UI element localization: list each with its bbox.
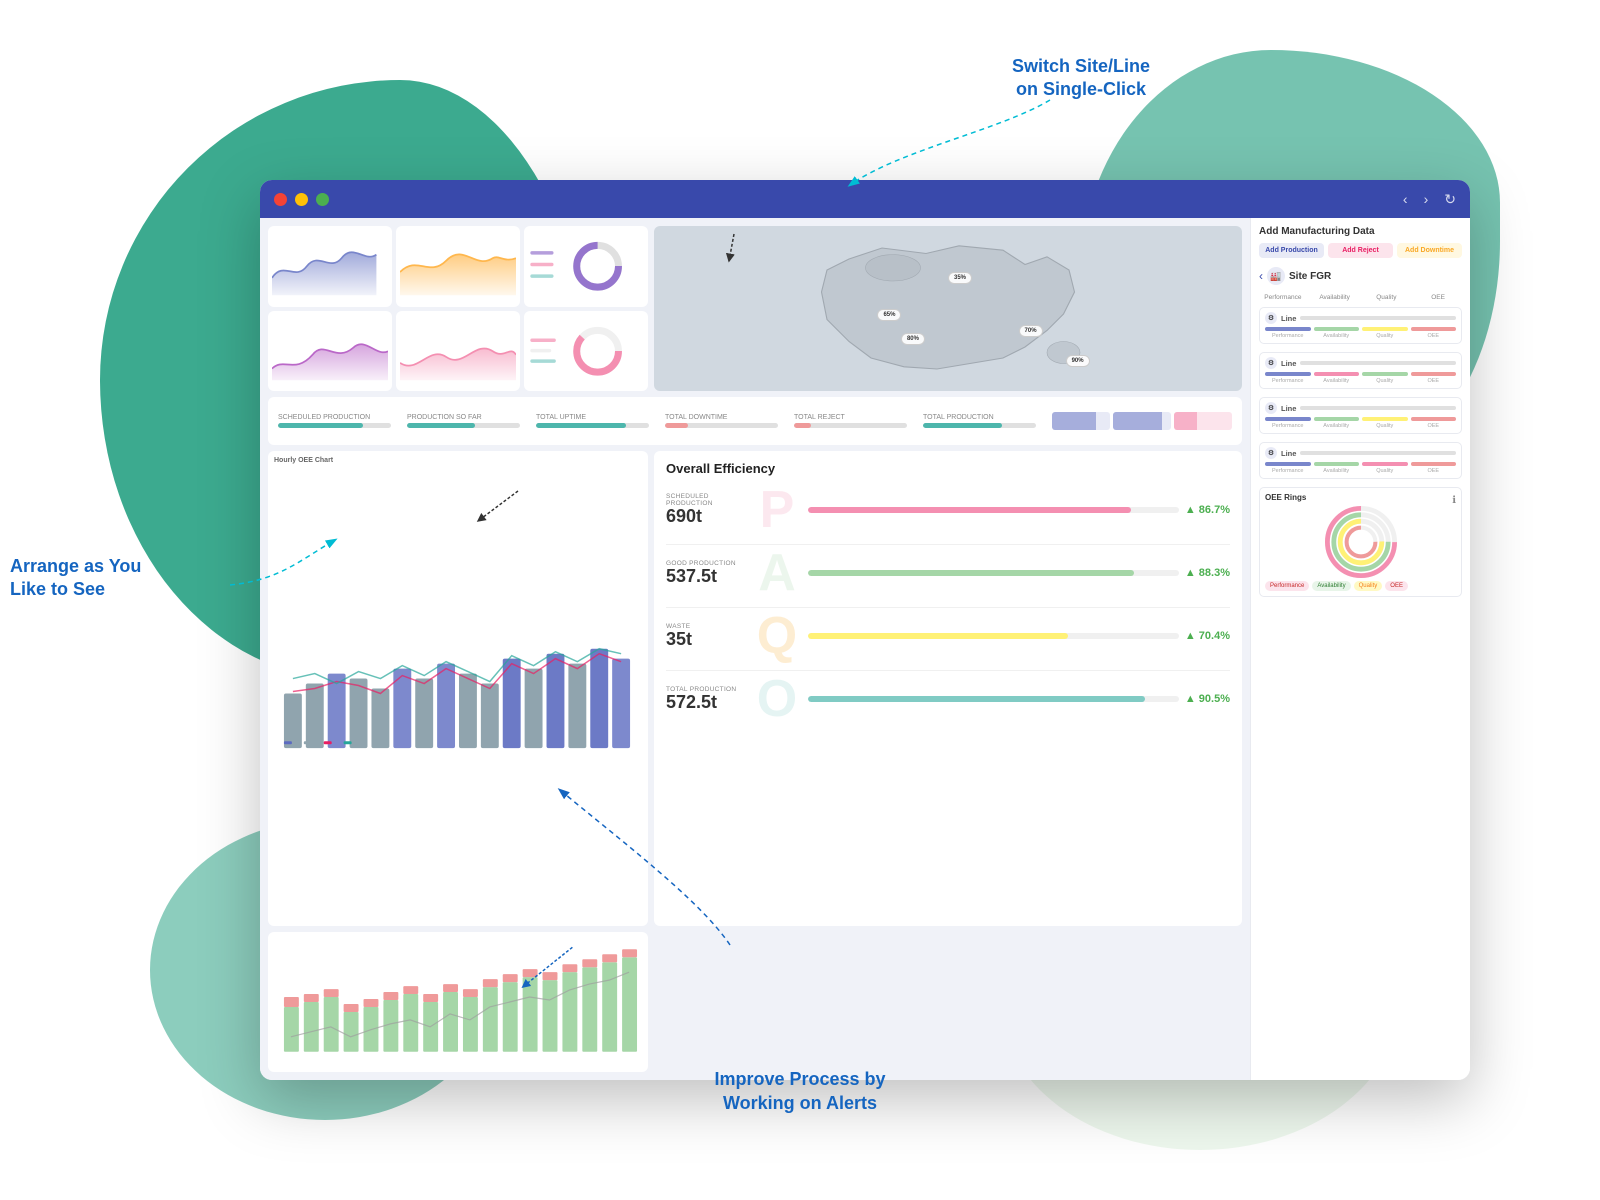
traffic-light-red[interactable]: [274, 193, 287, 206]
browser-window: ‹ › ↻: [260, 180, 1470, 1080]
refresh-button[interactable]: ↻: [1444, 191, 1456, 208]
browser-content: 35% 65% 80% 70% 90%: [260, 218, 1470, 1080]
mini-chart-3: [524, 226, 648, 307]
annotation-switch-site: Switch Site/Line on Single-Click: [1012, 55, 1150, 102]
stat-production-so-far: Production So Far: [407, 414, 520, 428]
compact-bars-right: [1052, 412, 1232, 430]
oee-rings-legend: Performance Availability Quality OEE: [1265, 581, 1456, 591]
back-button[interactable]: ‹: [1403, 191, 1408, 207]
dashboard-main: 35% 65% 80% 70% 90%: [260, 218, 1250, 1080]
map-marker-1: 35%: [948, 272, 972, 284]
stats-bar: Scheduled Production Production So Far T…: [268, 397, 1242, 445]
efficiency-title: Overall Efficiency: [666, 461, 1230, 476]
map-marker-3: 80%: [901, 333, 925, 345]
row-bottom-charts: [268, 932, 1242, 1072]
stat-bar-1: [278, 423, 391, 428]
oee-donut-chart: [1265, 507, 1456, 577]
stat-total-downtime: Total Downtime: [665, 414, 778, 428]
eff-row-a: GOOD PRODUCTION 537.5t A ▲ 88.3%: [666, 547, 1230, 599]
site-header: ‹ 🏭 Site FGR: [1259, 264, 1462, 288]
eff-row-o: TOTAL PRODUCTION 572.5t O ▲ 90.5%: [666, 673, 1230, 725]
row-oee-efficiency: Hourly OEE Chart: [268, 451, 1242, 926]
add-manufacturing-title: Add Manufacturing Data: [1259, 226, 1462, 237]
add-downtime-button[interactable]: Add Downtime: [1397, 243, 1462, 258]
oee-rings-info-icon[interactable]: ℹ: [1452, 495, 1456, 506]
mini-charts-grid: [268, 226, 648, 391]
annotation-arrange: Arrange as You Like to See: [10, 555, 141, 602]
line-row-3: ⚙ Line Performance Availability Quality …: [1259, 397, 1462, 434]
browser-chrome: ‹ › ↻: [260, 180, 1470, 218]
annotation-improve-process: Improve Process by Working on Alerts: [714, 1068, 885, 1115]
add-reject-button[interactable]: Add Reject: [1328, 243, 1393, 258]
mfg-buttons-group: Add Production Add Reject Add Downtime: [1259, 243, 1462, 258]
map-marker-4: 70%: [1019, 325, 1043, 337]
stat-total-production: Total Production: [923, 414, 1036, 428]
stat-total-reject: Total Reject: [794, 414, 907, 428]
mini-chart-2: [396, 226, 520, 307]
site-name: Site FGR: [1289, 271, 1331, 282]
site-nav-back[interactable]: ‹: [1259, 269, 1263, 283]
efficiency-panel: Overall Efficiency SCHEDULED PRODUCTION …: [654, 451, 1242, 926]
row-charts-map: 35% 65% 80% 70% 90%: [268, 226, 1242, 391]
stat-total-uptime: Total Uptime: [536, 414, 649, 428]
oee-chart-panel: Hourly OEE Chart: [268, 451, 648, 926]
line-row-2: ⚙ Line Performance Availability Quality …: [1259, 352, 1462, 389]
line-row-1: ⚙ Line Performance Availability Quality …: [1259, 307, 1462, 344]
forward-button[interactable]: ›: [1424, 191, 1429, 207]
stat-scheduled-production: Scheduled Production: [278, 414, 391, 428]
oee-rings-section: OEE Rings ℹ: [1259, 487, 1462, 597]
map-marker-5: 90%: [1066, 355, 1090, 367]
mini-chart-5: [396, 311, 520, 392]
traffic-light-green[interactable]: [316, 193, 329, 206]
traffic-light-yellow[interactable]: [295, 193, 308, 206]
dashboard-sidebar: Add Manufacturing Data Add Production Ad…: [1250, 218, 1470, 1080]
add-production-button[interactable]: Add Production: [1259, 243, 1324, 258]
mini-chart-1: [268, 226, 392, 307]
oee-rings-title: OEE Rings: [1265, 493, 1306, 502]
map-marker-2: 65%: [877, 309, 901, 321]
map-panel: 35% 65% 80% 70% 90%: [654, 226, 1242, 391]
mini-chart-4: [268, 311, 392, 392]
eff-row-p: SCHEDULED PRODUCTION 690t P ▲ 86.7%: [666, 484, 1230, 536]
site-avatar: 🏭: [1267, 267, 1285, 285]
mini-chart-6: [524, 311, 648, 392]
kpi-column-headers: Performance Availability Quality OEE: [1259, 294, 1462, 301]
bottom-bar-chart: [268, 932, 648, 1072]
line-row-4: ⚙ Line Performance Availability Quality …: [1259, 442, 1462, 479]
eff-row-q: WASTE 35t Q ▲ 70.4%: [666, 610, 1230, 662]
